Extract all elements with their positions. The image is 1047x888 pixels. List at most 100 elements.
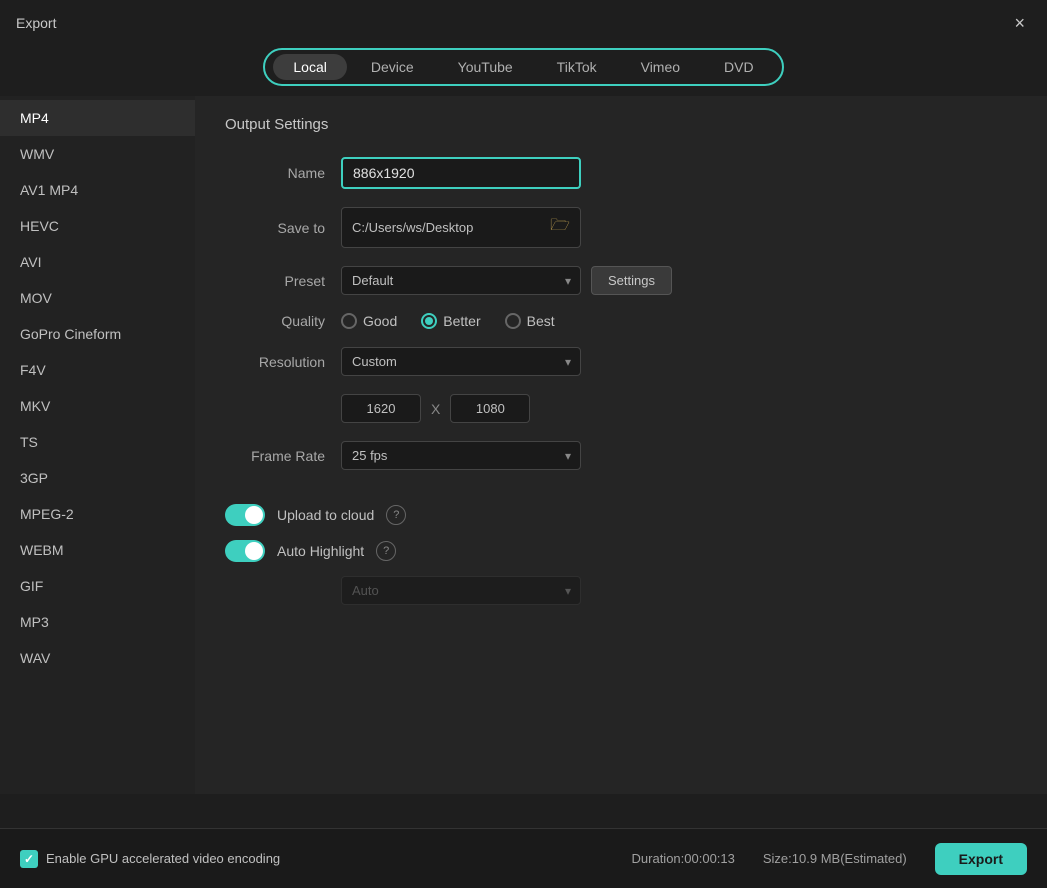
auto-highlight-label: Auto Highlight xyxy=(277,543,364,559)
quality-better-label: Better xyxy=(443,313,480,329)
preset-label: Preset xyxy=(225,273,325,289)
auto-highlight-toggle[interactable] xyxy=(225,540,265,562)
resolution-row: Resolution Custom 1920x1080 1280x720 384… xyxy=(225,347,1017,376)
bottom-bar: Enable GPU accelerated video encoding Du… xyxy=(0,828,1047,888)
name-row: Name xyxy=(225,157,1017,189)
sidebar-item-avi[interactable]: AVI xyxy=(0,244,195,280)
tab-bar: Local Device YouTube TikTok Vimeo DVD xyxy=(0,48,1047,86)
resolution-control: Custom 1920x1080 1280x720 3840x2160 xyxy=(341,347,1017,376)
gpu-label: Enable GPU accelerated video encoding xyxy=(46,851,280,866)
window-title: Export xyxy=(16,15,56,31)
quality-good-radio xyxy=(341,313,357,329)
sidebar-item-mkv[interactable]: MKV xyxy=(0,388,195,424)
sidebar-item-mpeg2[interactable]: MPEG-2 xyxy=(0,496,195,532)
sidebar-item-mov[interactable]: MOV xyxy=(0,280,195,316)
spacer xyxy=(225,488,1017,504)
resolution-height-input[interactable] xyxy=(450,394,530,423)
sidebar-item-ts[interactable]: TS xyxy=(0,424,195,460)
resolution-width-input[interactable] xyxy=(341,394,421,423)
framerate-select-wrapper: 25 fps 24 fps 30 fps 60 fps xyxy=(341,441,581,470)
sidebar-item-av1mp4[interactable]: AV1 MP4 xyxy=(0,172,195,208)
section-title: Output Settings xyxy=(225,116,1017,133)
resolution-label: Resolution xyxy=(225,354,325,370)
name-input[interactable] xyxy=(341,157,581,189)
preset-container: Default High Quality Low Quality Setting… xyxy=(341,266,1017,295)
preset-control: Default High Quality Low Quality Setting… xyxy=(341,266,1017,295)
tab-bar-inner: Local Device YouTube TikTok Vimeo DVD xyxy=(263,48,783,86)
quality-better-radio xyxy=(421,313,437,329)
preset-select-wrapper: Default High Quality Low Quality xyxy=(341,266,581,295)
sidebar-item-hevc[interactable]: HEVC xyxy=(0,208,195,244)
quality-row: Quality Good Better Best xyxy=(225,313,1017,329)
save-to-container[interactable]: C:/Users/ws/Desktop 🗁 xyxy=(341,207,581,248)
title-bar: Export × xyxy=(0,0,1047,42)
save-to-path: C:/Users/ws/Desktop xyxy=(352,220,542,235)
size-label: Size: xyxy=(763,851,792,866)
preset-row: Preset Default High Quality Low Quality … xyxy=(225,266,1017,295)
tab-device[interactable]: Device xyxy=(351,54,434,80)
upload-cloud-label: Upload to cloud xyxy=(277,507,374,523)
save-to-control: C:/Users/ws/Desktop 🗁 xyxy=(341,207,1017,248)
framerate-row: Frame Rate 25 fps 24 fps 30 fps 60 fps xyxy=(225,441,1017,470)
framerate-control: 25 fps 24 fps 30 fps 60 fps xyxy=(341,441,1017,470)
sidebar-item-gopro[interactable]: GoPro Cineform xyxy=(0,316,195,352)
quality-better[interactable]: Better xyxy=(421,313,480,329)
close-button[interactable]: × xyxy=(1008,12,1031,34)
upload-cloud-toggle[interactable] xyxy=(225,504,265,526)
framerate-select[interactable]: 25 fps 24 fps 30 fps 60 fps xyxy=(341,441,581,470)
name-label: Name xyxy=(225,165,325,181)
auto-select: Auto xyxy=(341,576,581,605)
resolution-x-separator: X xyxy=(431,401,440,417)
tab-youtube[interactable]: YouTube xyxy=(438,54,533,80)
tab-dvd[interactable]: DVD xyxy=(704,54,774,80)
auto-select-row: Auto xyxy=(225,576,1017,605)
upload-cloud-row: Upload to cloud ? xyxy=(225,504,1017,526)
resolution-custom: X xyxy=(341,394,1017,423)
save-to-label: Save to xyxy=(225,220,325,236)
content-area: Output Settings Name Save to C:/Users/ws… xyxy=(195,96,1047,794)
preset-select[interactable]: Default High Quality Low Quality xyxy=(341,266,581,295)
duration-value: 00:00:13 xyxy=(684,851,735,866)
auto-highlight-row: Auto Highlight ? xyxy=(225,540,1017,562)
tab-vimeo[interactable]: Vimeo xyxy=(621,54,700,80)
tab-local[interactable]: Local xyxy=(273,54,346,80)
framerate-label: Frame Rate xyxy=(225,448,325,464)
quality-best-label: Best xyxy=(527,313,555,329)
size-value: 10.9 MB(Estimated) xyxy=(792,851,907,866)
sidebar-item-wmv[interactable]: WMV xyxy=(0,136,195,172)
duration-info: Duration:00:00:13 xyxy=(632,851,735,866)
save-to-row: Save to C:/Users/ws/Desktop 🗁 xyxy=(225,207,1017,248)
sidebar-item-wav[interactable]: WAV xyxy=(0,640,195,676)
quality-good-label: Good xyxy=(363,313,397,329)
gpu-checkbox-box xyxy=(20,850,38,868)
main-layout: MP4 WMV AV1 MP4 HEVC AVI MOV GoPro Cinef… xyxy=(0,96,1047,794)
name-control xyxy=(341,157,1017,189)
sidebar-item-webm[interactable]: WEBM xyxy=(0,532,195,568)
quality-best[interactable]: Best xyxy=(505,313,555,329)
quality-label: Quality xyxy=(225,313,325,329)
size-info: Size:10.9 MB(Estimated) xyxy=(763,851,907,866)
sidebar-item-mp3[interactable]: MP3 xyxy=(0,604,195,640)
quality-options: Good Better Best xyxy=(341,313,1017,329)
quality-best-radio xyxy=(505,313,521,329)
sidebar-item-f4v[interactable]: F4V xyxy=(0,352,195,388)
resolution-select-wrapper: Custom 1920x1080 1280x720 3840x2160 xyxy=(341,347,581,376)
sidebar-item-3gp[interactable]: 3GP xyxy=(0,460,195,496)
upload-cloud-help-icon[interactable]: ? xyxy=(386,505,406,525)
quality-control: Good Better Best xyxy=(341,313,1017,329)
tab-tiktok[interactable]: TikTok xyxy=(537,54,617,80)
auto-highlight-help-icon[interactable]: ? xyxy=(376,541,396,561)
resolution-dimensions-row: X xyxy=(225,394,1017,423)
auto-select-wrapper: Auto xyxy=(341,576,581,605)
settings-button[interactable]: Settings xyxy=(591,266,672,295)
resolution-dimensions-control: X xyxy=(341,394,1017,423)
quality-good[interactable]: Good xyxy=(341,313,397,329)
folder-icon[interactable]: 🗁 xyxy=(550,214,570,241)
gpu-checkbox[interactable]: Enable GPU accelerated video encoding xyxy=(20,850,280,868)
duration-label: Duration: xyxy=(632,851,685,866)
sidebar-item-mp4[interactable]: MP4 xyxy=(0,100,195,136)
resolution-select[interactable]: Custom 1920x1080 1280x720 3840x2160 xyxy=(341,347,581,376)
sidebar: MP4 WMV AV1 MP4 HEVC AVI MOV GoPro Cinef… xyxy=(0,96,195,794)
sidebar-item-gif[interactable]: GIF xyxy=(0,568,195,604)
export-button[interactable]: Export xyxy=(935,843,1027,875)
